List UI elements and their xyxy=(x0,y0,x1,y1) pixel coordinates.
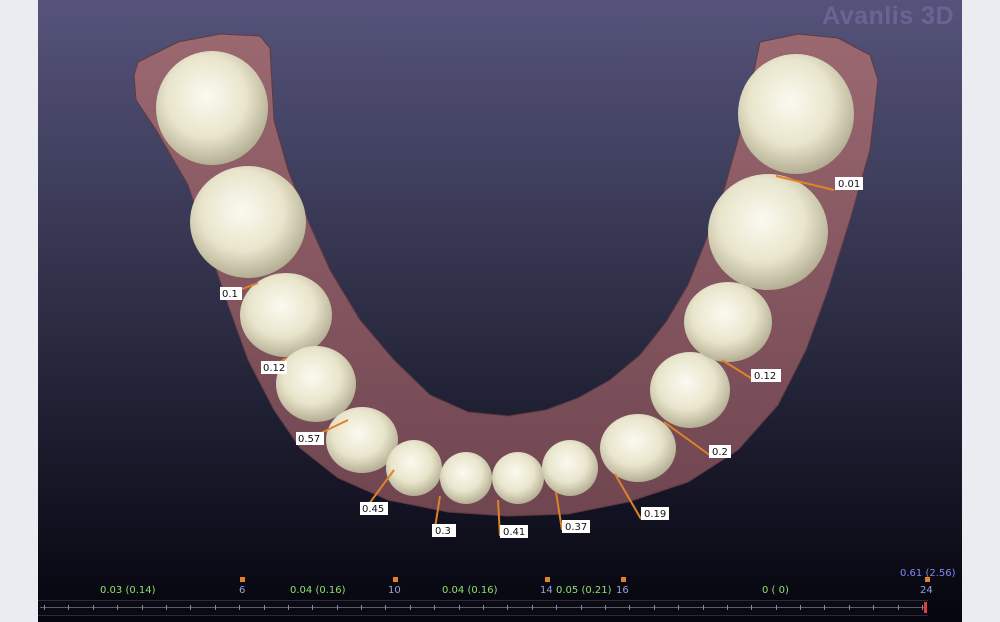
svg-text:0.12: 0.12 xyxy=(754,371,776,382)
timeline-tick xyxy=(117,605,119,610)
stage-marker xyxy=(393,577,398,582)
segment-value: 0.05 (0.21) xyxy=(556,585,612,596)
tooth-right-premolar-2[interactable] xyxy=(684,282,772,362)
timeline-tick xyxy=(726,605,728,610)
segment-value: 0 ( 0) xyxy=(762,585,789,596)
measurement-label: 0.1 xyxy=(220,287,242,300)
stage-marker xyxy=(240,577,245,582)
timeline-tick xyxy=(190,605,192,610)
timeline-tick xyxy=(287,605,289,610)
stage-marker xyxy=(545,577,550,582)
svg-text:0.3: 0.3 xyxy=(435,526,451,537)
timeline-tick xyxy=(775,605,777,610)
timeline-tick xyxy=(629,605,631,610)
dental-arch-model[interactable]: 0.1 0.12 0.57 0.45 0.3 0.41 0.37 0.19 0.… xyxy=(38,0,962,565)
measurement-label: 0.45 xyxy=(360,502,388,515)
timeline-tick xyxy=(483,605,484,610)
timeline-tick xyxy=(336,605,338,610)
timeline-tick xyxy=(92,605,94,610)
timeline-tick xyxy=(873,605,875,610)
timeline-tick xyxy=(434,605,436,610)
measurement-label: 0.19 xyxy=(641,507,669,520)
measurement-label: 0.12 xyxy=(261,361,287,374)
svg-text:0.19: 0.19 xyxy=(644,509,666,520)
svg-text:0.37: 0.37 xyxy=(565,522,587,533)
timeline-tick xyxy=(604,605,606,610)
timeline-tick xyxy=(214,605,216,610)
tooth-left-incisor-2[interactable] xyxy=(386,440,442,496)
timeline-tick xyxy=(678,605,680,610)
timeline-tick xyxy=(312,605,314,610)
tooth-right-incisor-2[interactable] xyxy=(542,440,598,496)
segment-value: 0.03 (0.14) xyxy=(100,585,156,596)
timeline-tick xyxy=(653,605,655,610)
timeline-tick xyxy=(44,605,45,610)
measurement-label: 0.12 xyxy=(751,369,781,382)
svg-text:0.41: 0.41 xyxy=(503,527,525,538)
timeline-tick xyxy=(580,605,582,610)
svg-text:0.12: 0.12 xyxy=(263,363,285,374)
timeline-tick xyxy=(897,605,899,610)
timeline-tick xyxy=(922,605,923,610)
timeline-tick xyxy=(848,605,850,610)
3d-viewport[interactable]: Avanlis 3D 0.1 0.12 0.57 0.45 0.3 0.41 0… xyxy=(38,0,962,622)
tooth-left-premolar-1[interactable] xyxy=(276,346,356,422)
timeline-tick xyxy=(507,605,509,610)
measurement-label: 0.41 xyxy=(500,525,528,538)
tooth-left-molar-3[interactable] xyxy=(156,51,268,165)
measurement-label: 0.37 xyxy=(562,520,590,533)
timeline-current-stage-handle[interactable] xyxy=(924,602,927,613)
stage-number: 14 xyxy=(540,585,553,596)
timeline-tick xyxy=(68,605,70,610)
timeline-tick xyxy=(239,605,241,610)
timeline-tick xyxy=(361,605,363,610)
svg-text:0.01: 0.01 xyxy=(838,179,860,190)
segment-value: 0.04 (0.16) xyxy=(290,585,346,596)
timeline-tick xyxy=(458,605,460,610)
timeline-tick xyxy=(751,605,753,610)
timeline-tick xyxy=(556,605,558,610)
tooth-right-premolar-1[interactable] xyxy=(650,352,730,428)
measurement-label: 0.01 xyxy=(835,177,863,190)
timeline-tick xyxy=(800,605,802,610)
tooth-right-molar-1[interactable] xyxy=(738,54,854,174)
tooth-right-incisor-1[interactable] xyxy=(492,452,544,504)
timeline-tick xyxy=(531,605,533,610)
timeline-tick xyxy=(141,605,143,610)
timeline-tick xyxy=(165,605,167,610)
timeline-tick xyxy=(409,605,411,610)
measurement-label: 0.57 xyxy=(296,432,324,445)
stage-number: 16 xyxy=(616,585,629,596)
timeline-tick xyxy=(263,605,265,610)
timeline-line xyxy=(40,607,924,608)
stage-number: 24 xyxy=(920,585,933,596)
stage-timeline[interactable]: 0.61 (2.56) 0.03 (0.14) 6 0.04 (0.16) 10… xyxy=(38,565,962,622)
stage-number: 10 xyxy=(388,585,401,596)
svg-text:0.57: 0.57 xyxy=(298,434,320,445)
stage-marker xyxy=(621,577,626,582)
stage-number: 6 xyxy=(239,585,246,596)
measurement-label: 0.2 xyxy=(709,445,731,458)
svg-text:0.2: 0.2 xyxy=(712,447,728,458)
segment-value: 0.04 (0.16) xyxy=(442,585,498,596)
tooth-left-incisor-1[interactable] xyxy=(440,452,492,504)
tooth-right-canine[interactable] xyxy=(600,414,676,482)
timeline-tick xyxy=(824,605,826,610)
timeline-tick xyxy=(385,605,387,610)
tooth-left-molar-2[interactable] xyxy=(190,166,306,278)
timeline-tick xyxy=(702,605,704,610)
tooth-right-molar-2[interactable] xyxy=(708,174,828,290)
measurement-label: 0.3 xyxy=(432,524,456,537)
svg-text:0.45: 0.45 xyxy=(362,504,384,515)
timeline-track[interactable] xyxy=(38,600,928,616)
svg-text:0.1: 0.1 xyxy=(222,289,238,300)
stage-marker xyxy=(925,577,930,582)
